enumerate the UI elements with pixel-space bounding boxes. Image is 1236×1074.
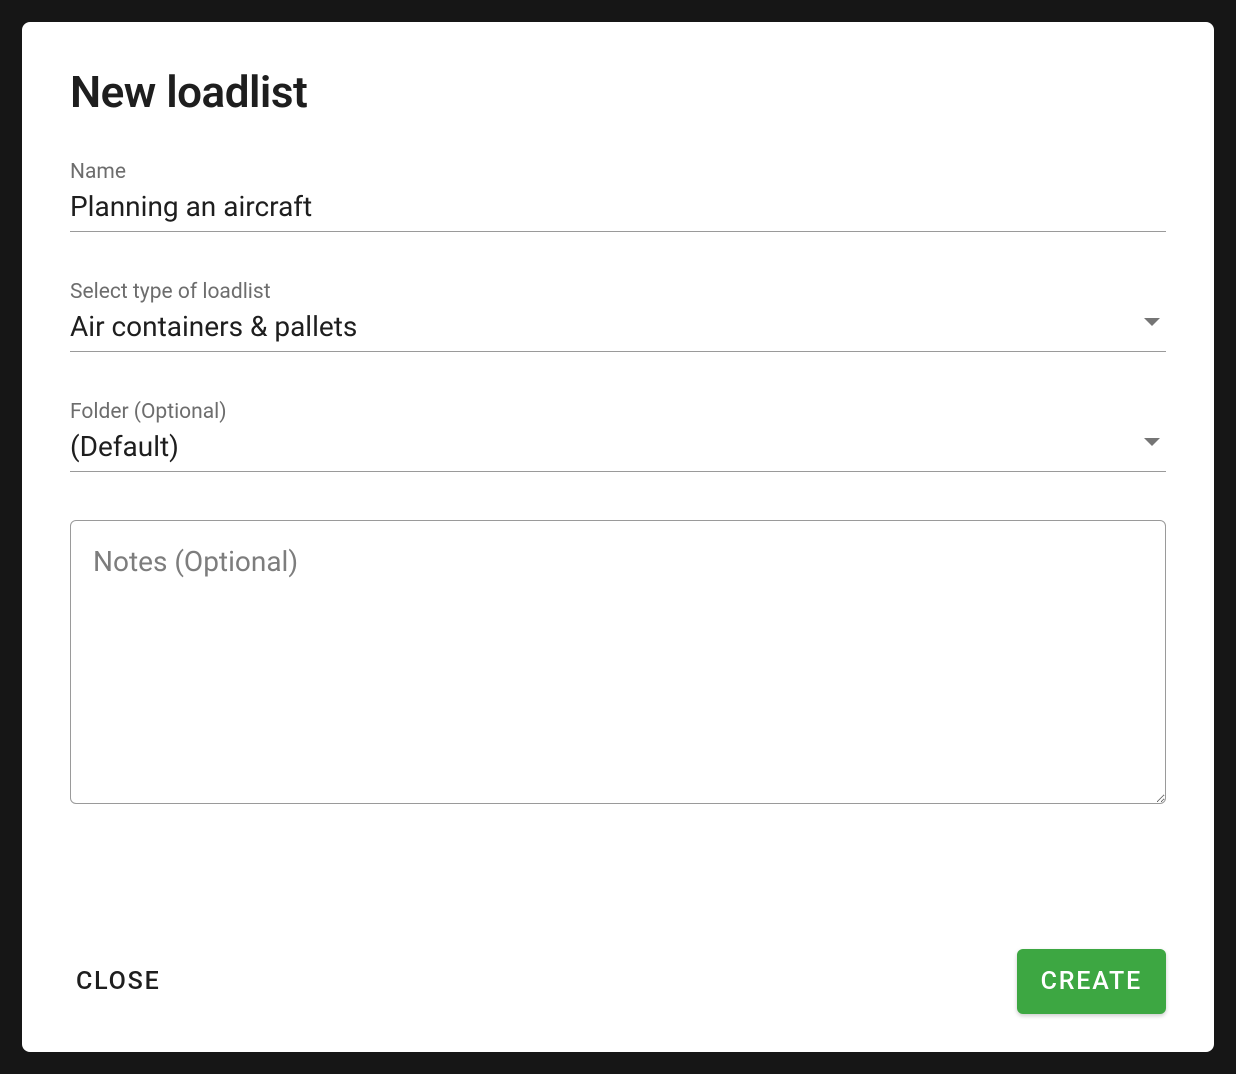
chevron-down-icon	[1144, 318, 1160, 326]
folder-select-value: (Default)	[70, 430, 179, 463]
dialog-title: New loadlist	[70, 66, 1166, 118]
notes-textarea[interactable]	[70, 520, 1166, 804]
folder-select[interactable]: (Default)	[70, 430, 1166, 472]
notes-field	[70, 520, 1166, 808]
create-button[interactable]: CREATE	[1017, 949, 1166, 1014]
type-field: Select type of loadlist Air containers &…	[70, 280, 1166, 352]
folder-field: Folder (Optional) (Default)	[70, 400, 1166, 472]
close-button[interactable]: CLOSE	[70, 955, 167, 1008]
type-select[interactable]: Air containers & pallets	[70, 310, 1166, 352]
dialog-actions: CLOSE CREATE	[70, 929, 1166, 1014]
name-label: Name	[70, 160, 1166, 184]
chevron-down-icon	[1144, 438, 1160, 446]
name-input-wrap	[70, 190, 1166, 232]
name-input[interactable]	[70, 190, 1166, 223]
type-select-value: Air containers & pallets	[70, 310, 357, 343]
folder-label: Folder (Optional)	[70, 400, 1166, 424]
name-field: Name	[70, 160, 1166, 232]
new-loadlist-dialog: New loadlist Name Select type of loadlis…	[22, 22, 1214, 1052]
type-label: Select type of loadlist	[70, 280, 1166, 304]
